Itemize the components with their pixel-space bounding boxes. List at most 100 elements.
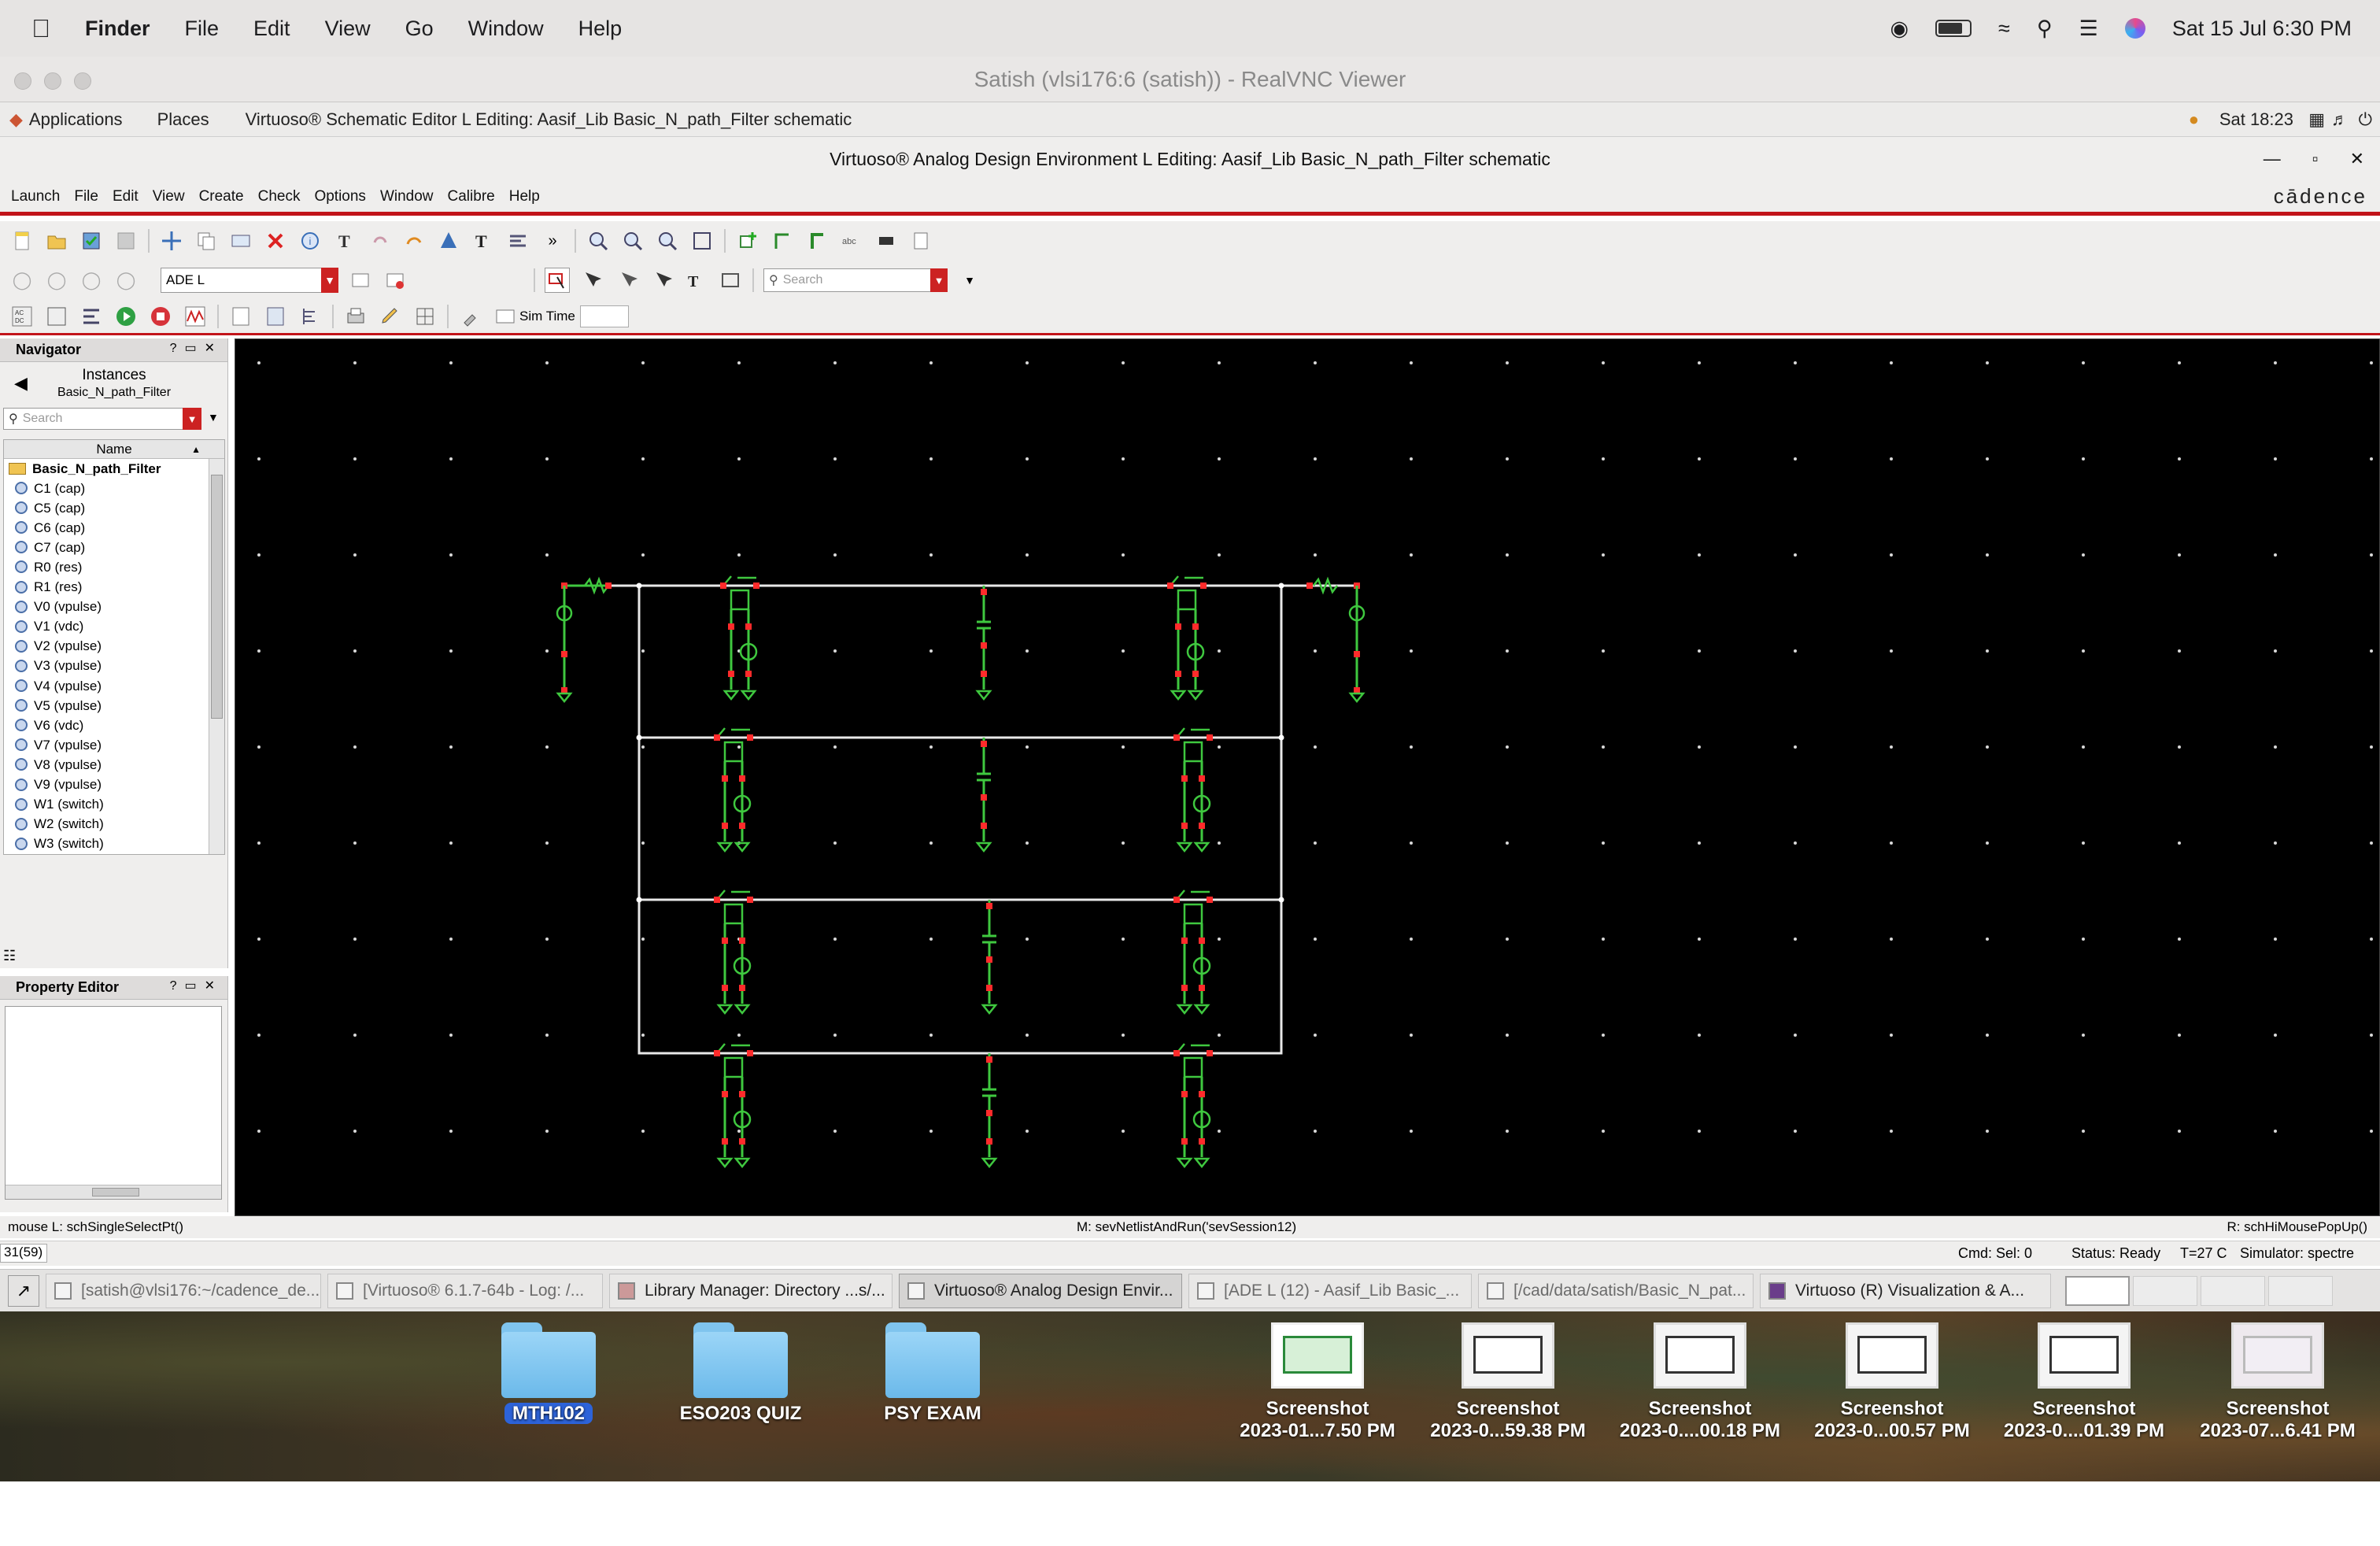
tree-item[interactable]: V9 (vpulse) bbox=[4, 775, 224, 795]
open-folder-icon[interactable] bbox=[44, 228, 69, 253]
tree-item[interactable]: V0 (vpulse) bbox=[4, 597, 224, 617]
screenshot-file-6[interactable]: Screenshot 2023-07...6.41 PM bbox=[2193, 1322, 2363, 1442]
menu-view[interactable]: View bbox=[325, 17, 371, 41]
redo-icon[interactable] bbox=[401, 228, 427, 253]
control-center-icon[interactable]: ☰ bbox=[2079, 17, 2098, 41]
menu-edit[interactable]: Edit bbox=[253, 17, 290, 41]
add-wire-name-icon[interactable]: abc bbox=[839, 228, 864, 253]
select-net-icon[interactable] bbox=[579, 268, 604, 293]
annotate-icon[interactable] bbox=[378, 304, 403, 329]
save-workspace-icon[interactable] bbox=[348, 268, 373, 293]
tree-item[interactable]: W3 (switch) bbox=[4, 834, 224, 854]
app-menu-finder[interactable]: Finder bbox=[85, 17, 150, 41]
select-text-icon[interactable]: T bbox=[683, 268, 708, 293]
symbol-icon[interactable] bbox=[908, 228, 933, 253]
schematic-canvas[interactable] bbox=[235, 338, 2380, 1216]
probe-icon[interactable] bbox=[458, 304, 483, 329]
zoom-out-icon[interactable] bbox=[620, 228, 645, 253]
workspace-switcher[interactable] bbox=[2065, 1275, 2333, 1306]
search-options-icon[interactable]: ▼ bbox=[957, 268, 982, 293]
close-window-button[interactable] bbox=[14, 72, 31, 90]
tree-item[interactable]: W2 (switch) bbox=[4, 815, 224, 834]
active-window-label[interactable]: Virtuoso® Schematic Editor L Editing: Aa… bbox=[246, 109, 852, 130]
tree-item[interactable]: C6 (cap) bbox=[4, 518, 224, 538]
minimize-window-button[interactable] bbox=[44, 72, 61, 90]
new-file-icon[interactable] bbox=[9, 228, 35, 253]
tree-item[interactable]: V4 (vpulse) bbox=[4, 676, 224, 696]
delete-icon[interactable] bbox=[263, 228, 288, 253]
battery-icon[interactable] bbox=[1935, 20, 1972, 37]
folder-mth102[interactable]: MTH102 bbox=[466, 1322, 631, 1425]
screenshot-file-4[interactable]: Screenshot 2023-0...00.57 PM bbox=[1807, 1322, 1977, 1442]
screenshot-file-5[interactable]: Screenshot 2023-0....01.39 PM bbox=[1999, 1322, 2169, 1442]
search-input[interactable]: ⚲ Search ▼ bbox=[763, 268, 948, 292]
run-simulation-icon[interactable] bbox=[113, 304, 139, 329]
minimize-icon[interactable]: — bbox=[2264, 149, 2281, 169]
create-pin-icon[interactable] bbox=[436, 228, 461, 253]
hierarchy-icon[interactable]: ☷ bbox=[3, 948, 16, 964]
tree-scrollbar[interactable] bbox=[209, 459, 224, 854]
add-wide-wire-icon[interactable] bbox=[804, 228, 830, 253]
zoom-window-button[interactable] bbox=[74, 72, 91, 90]
workspace-1[interactable] bbox=[2065, 1275, 2130, 1306]
menu-go[interactable]: Go bbox=[405, 17, 434, 41]
tree-item[interactable]: W1 (switch) bbox=[4, 795, 224, 815]
folder-eso203-quiz[interactable]: ESO203 QUIZ bbox=[658, 1322, 823, 1425]
zoom-fit-icon[interactable] bbox=[655, 228, 680, 253]
spotlight-search-icon[interactable]: ⚲ bbox=[2037, 17, 2053, 41]
add-wire-icon[interactable] bbox=[770, 228, 795, 253]
stretch-icon[interactable] bbox=[228, 228, 253, 253]
close-icon[interactable]: ✕ bbox=[2350, 149, 2364, 169]
applications-icon[interactable]: ◆ bbox=[9, 109, 23, 130]
tree-column-header[interactable]: Name ▲ bbox=[4, 440, 224, 459]
tree-item[interactable]: V3 (vpulse) bbox=[4, 656, 224, 676]
screenshot-file-1[interactable]: Screenshot 2023-01...7.50 PM bbox=[1232, 1322, 1402, 1442]
menu-edit[interactable]: Edit bbox=[113, 188, 139, 205]
schematic-drawing[interactable] bbox=[235, 339, 2380, 1217]
variables-icon[interactable] bbox=[44, 304, 69, 329]
scrollbar-thumb[interactable] bbox=[211, 475, 223, 719]
zoom-area-icon[interactable] bbox=[689, 228, 715, 253]
property-editor-area[interactable] bbox=[5, 1006, 222, 1200]
check-save-icon[interactable] bbox=[79, 228, 104, 253]
task-visualization[interactable]: Virtuoso (R) Visualization & A... bbox=[1760, 1273, 2051, 1308]
create-label-icon[interactable]: T bbox=[471, 228, 496, 253]
sim-time-field[interactable] bbox=[579, 305, 629, 327]
top-icon[interactable]: ◯ bbox=[113, 268, 139, 293]
properties-icon[interactable]: i bbox=[298, 228, 323, 253]
siri-icon[interactable] bbox=[2124, 18, 2145, 39]
menu-clock[interactable]: Sat 15 Jul 6:30 PM bbox=[2172, 17, 2352, 41]
tree-item[interactable]: C5 (cap) bbox=[4, 498, 224, 518]
screen-record-icon[interactable]: ◉ bbox=[1890, 17, 1909, 41]
task-ade-l[interactable]: [ADE L (12) - Aasif_Lib Basic_... bbox=[1188, 1273, 1472, 1308]
save-icon[interactable] bbox=[113, 228, 139, 253]
back-arrow-icon[interactable]: ◀ bbox=[14, 373, 28, 394]
panel-clock[interactable]: Sat 18:23 bbox=[2219, 109, 2293, 130]
add-pin-icon[interactable] bbox=[874, 228, 899, 253]
select-inst-icon[interactable] bbox=[649, 268, 674, 293]
label-text-icon[interactable]: T bbox=[332, 228, 357, 253]
menu-window[interactable]: Window bbox=[468, 17, 544, 41]
task-virtuoso-log[interactable]: [Virtuoso® 6.1.7-64b - Log: /... bbox=[327, 1273, 603, 1308]
grid-icon[interactable] bbox=[412, 304, 438, 329]
workspace-3[interactable] bbox=[2201, 1275, 2265, 1306]
folder-psy-exam[interactable]: PSY EXAM bbox=[850, 1322, 1015, 1425]
search-options-icon[interactable]: ▼ bbox=[183, 408, 201, 430]
tree-root[interactable]: Basic_N_path_Filter bbox=[4, 459, 224, 479]
apple-icon[interactable]:  bbox=[31, 14, 50, 43]
wifi-icon[interactable]: ≈ bbox=[1998, 17, 2010, 41]
stop-simulation-icon[interactable] bbox=[148, 304, 173, 329]
menu-launch[interactable]: Launch bbox=[11, 188, 60, 205]
screenshot-file-3[interactable]: Screenshot 2023-0....00.18 PM bbox=[1615, 1322, 1785, 1442]
load-workspace-icon[interactable] bbox=[382, 268, 408, 293]
menu-create[interactable]: Create bbox=[199, 188, 244, 205]
align-icon[interactable] bbox=[505, 228, 530, 253]
panel-controls[interactable]: ?▭✕ bbox=[170, 978, 223, 993]
tree-item[interactable]: V6 (vdc) bbox=[4, 716, 224, 735]
up-icon[interactable]: ◯ bbox=[79, 268, 104, 293]
menu-view[interactable]: View bbox=[153, 188, 185, 205]
select-pointer-icon[interactable] bbox=[614, 268, 639, 293]
forward-icon[interactable]: ◯ bbox=[44, 268, 69, 293]
menu-file[interactable]: File bbox=[74, 188, 98, 205]
workspace-select[interactable]: ADE L ▼ bbox=[161, 268, 338, 293]
